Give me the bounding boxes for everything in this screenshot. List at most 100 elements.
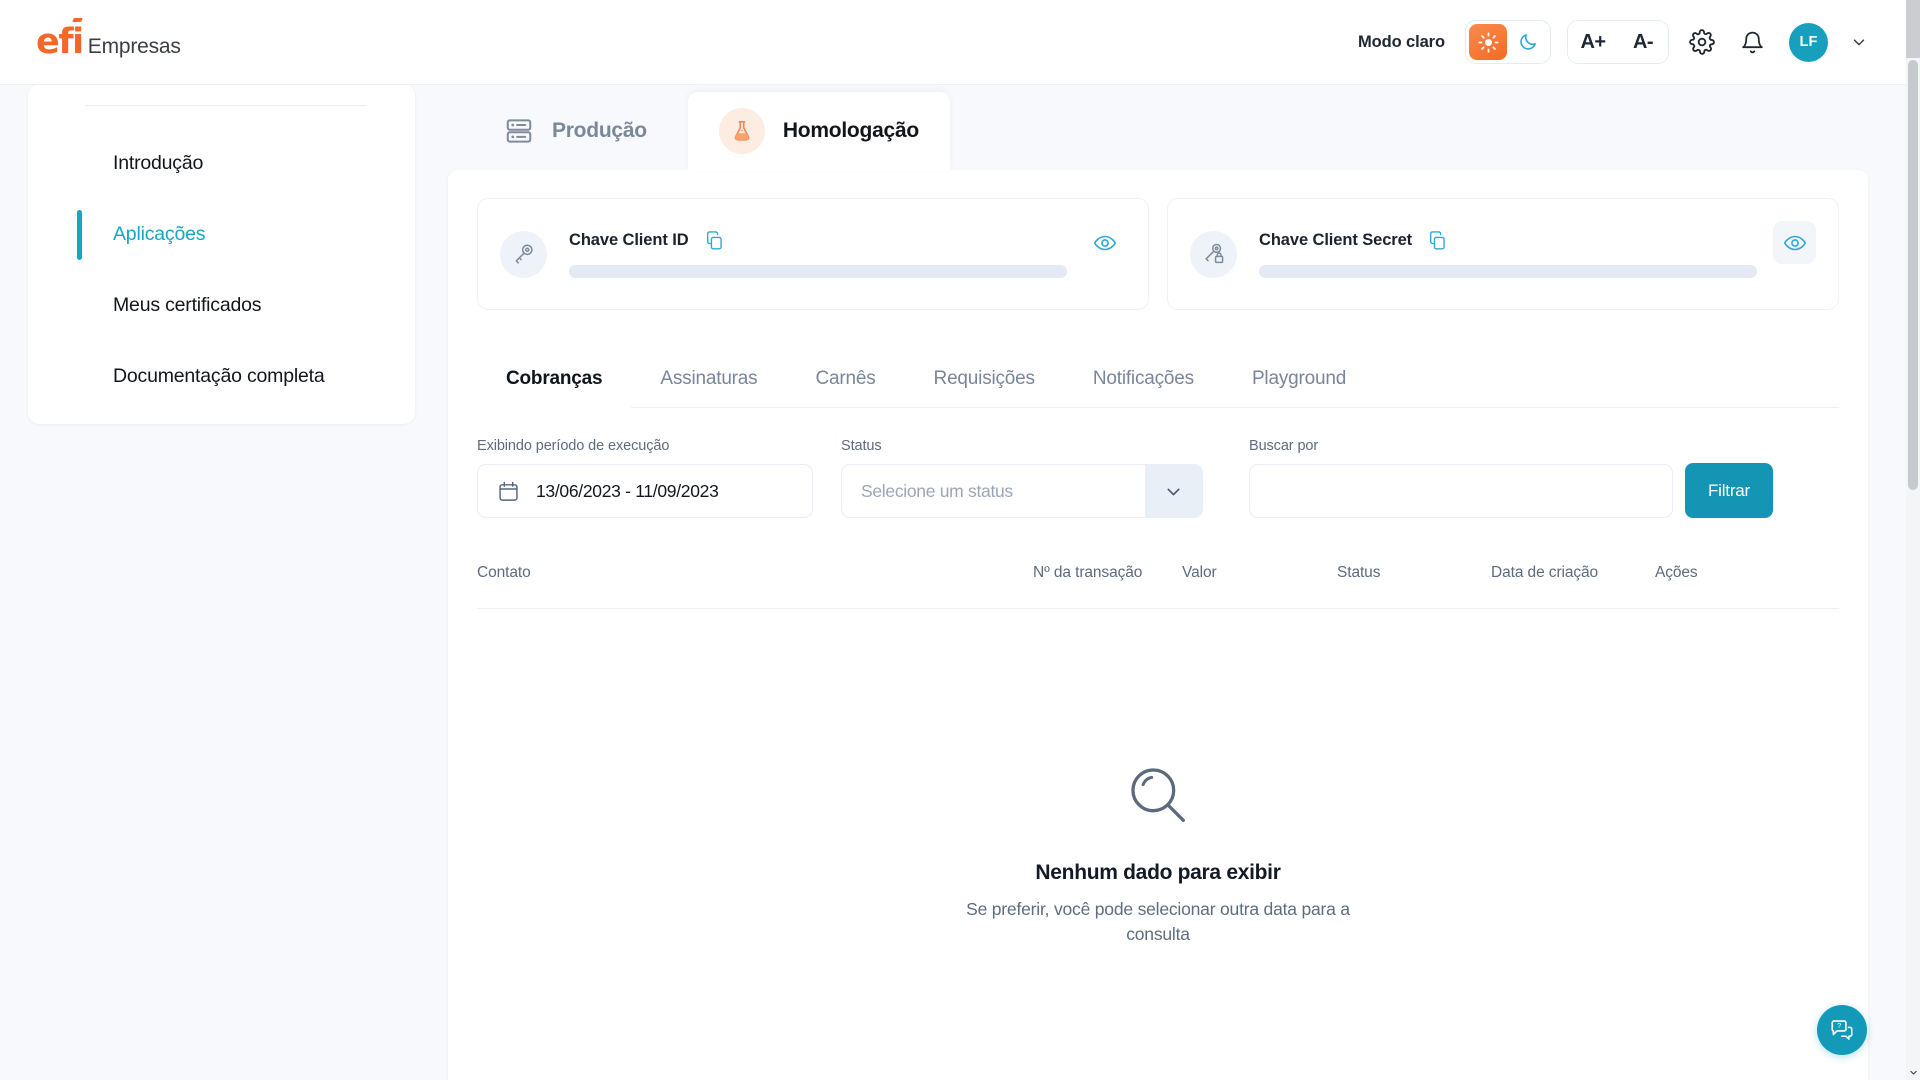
resource-tab-label: Playground — [1251, 368, 1347, 389]
text-size-group: A+ A- — [1567, 20, 1669, 64]
flask-icon-wrap — [718, 108, 765, 154]
credential-body: Chave Client ID — [569, 230, 1067, 278]
scrollbar-down-arrow[interactable] — [1906, 1064, 1920, 1080]
tab-cobrancas[interactable]: Cobranças — [477, 368, 632, 408]
sidebar-item-label: Introdução — [113, 152, 204, 174]
tab-notificacoes[interactable]: Notificações — [1064, 368, 1223, 407]
sidebar-item-documentacao-completa[interactable]: Documentação completa — [28, 341, 415, 412]
brand-logo[interactable]: efi Empresas — [36, 24, 181, 60]
sidebar: Introdução Aplicações Meus certificados … — [28, 84, 415, 424]
tab-homologacao[interactable]: Homologação — [687, 92, 950, 170]
tab-assinaturas[interactable]: Assinaturas — [631, 368, 786, 407]
credential-header: Chave Client Secret — [1259, 230, 1757, 251]
sidebar-item-label: Aplicações — [113, 223, 206, 245]
status-placeholder: Selecione um status — [861, 480, 1013, 501]
credential-masked-value — [1259, 265, 1757, 278]
status-select[interactable]: Selecione um status — [841, 464, 1203, 518]
sun-icon — [1477, 31, 1499, 53]
copy-icon[interactable] — [1427, 230, 1448, 251]
decrease-text-size-button[interactable]: A- — [1618, 21, 1668, 63]
server-icon — [506, 119, 532, 143]
chevron-down-icon — [1853, 39, 1865, 46]
status-caret-button[interactable] — [1145, 465, 1202, 517]
credential-body: Chave Client Secret — [1259, 230, 1757, 278]
bell-icon — [1741, 31, 1763, 53]
column-header-status: Status — [1337, 564, 1381, 581]
eye-icon — [1093, 235, 1116, 250]
empty-state-title: Nenhum dado para exibir — [1035, 861, 1281, 884]
increase-text-size-button[interactable]: A+ — [1568, 21, 1618, 63]
resource-tab-label: Requisições — [933, 368, 1036, 389]
brand-subtitle: Empresas — [87, 34, 181, 58]
column-header-acoes: Ações — [1655, 564, 1698, 581]
theme-toggle-group — [1465, 20, 1551, 64]
tab-playground[interactable]: Playground — [1223, 368, 1375, 407]
search-field-group: Buscar por — [1249, 438, 1673, 518]
copy-icon[interactable] — [704, 230, 725, 251]
account-menu-button[interactable] — [1846, 29, 1872, 55]
sidebar-item-label: Documentação completa — [113, 365, 325, 387]
gear-icon — [1689, 29, 1715, 55]
credentials-row: Chave Client ID Chave Client Secret — [448, 170, 1868, 310]
column-header-data-criacao: Data de criação — [1491, 564, 1599, 581]
status-field-group: Status Selecione um status — [841, 438, 1203, 518]
dark-mode-button[interactable] — [1509, 24, 1547, 60]
date-range-value: 13/06/2023 - 11/09/2023 — [536, 480, 719, 501]
column-header-contato: Contato — [477, 564, 531, 581]
env-tab-label: Homologação — [782, 119, 919, 142]
app-header: efi Empresas Modo claro A+ A- LF — [0, 0, 1906, 84]
sidebar-nav: Introdução Aplicações Meus certificados … — [28, 128, 415, 412]
empty-state-subtitle: Se preferir, você pode selecionar outra … — [966, 899, 1350, 945]
header-actions: Modo claro A+ A- LF — [1358, 20, 1872, 64]
environment-tabs: Produção Homologação — [448, 84, 1868, 170]
avatar[interactable]: LF — [1789, 22, 1828, 62]
header-divider — [0, 84, 1906, 85]
sidebar-divider — [85, 105, 366, 106]
app-root: efi Empresas Modo claro A+ A- LF Introdu… — [0, 0, 1920, 1080]
svg-text:?: ? — [1837, 1021, 1841, 1030]
sidebar-item-introducao[interactable]: Introdução — [28, 128, 415, 199]
search-label: Buscar por — [1249, 438, 1319, 454]
resource-tab-label: Notificações — [1092, 368, 1194, 389]
credential-card-client-id: Chave Client ID — [477, 198, 1149, 310]
sidebar-item-aplicacoes[interactable]: Aplicações — [28, 199, 415, 270]
chat-help-icon: ? — [1831, 1020, 1853, 1040]
settings-button[interactable] — [1685, 25, 1719, 59]
empty-state: Nenhum dado para exibir Se preferir, voc… — [448, 609, 1868, 948]
credential-header: Chave Client ID — [569, 230, 1067, 251]
credential-label: Chave Client ID — [569, 231, 689, 249]
key-lock-icon — [1204, 243, 1223, 264]
tab-requisicoes[interactable]: Requisições — [905, 368, 1064, 407]
resource-tab-label: Carnês — [815, 368, 876, 389]
scrollbar-thumb[interactable] — [1908, 60, 1918, 490]
key-icon-wrap — [500, 230, 547, 278]
calendar-icon — [499, 481, 518, 501]
key-lock-icon-wrap — [1190, 230, 1237, 278]
sidebar-item-label: Meus certificados — [113, 294, 262, 316]
reveal-client-secret-button[interactable] — [1773, 221, 1816, 264]
copy-icon-glyph — [1430, 231, 1445, 250]
chevron-down-icon — [1167, 488, 1180, 495]
flask-icon — [734, 120, 750, 141]
search-input[interactable] — [1249, 464, 1673, 518]
tab-carnes[interactable]: Carnês — [786, 368, 904, 407]
credential-label: Chave Client Secret — [1259, 231, 1413, 249]
chat-help-button[interactable]: ? — [1817, 1005, 1867, 1055]
key-icon — [515, 244, 533, 264]
notifications-button[interactable] — [1735, 25, 1769, 59]
reveal-client-id-button[interactable] — [1083, 221, 1126, 264]
copy-icon-glyph — [706, 231, 722, 250]
status-label: Status — [841, 438, 882, 454]
sidebar-item-meus-certificados[interactable]: Meus certificados — [28, 270, 415, 341]
scrollbar-top-block — [1906, 0, 1920, 58]
column-header-valor: Valor — [1182, 564, 1217, 581]
date-range-input[interactable]: 13/06/2023 - 11/09/2023 — [477, 464, 813, 518]
column-header-numero-transacao: Nº da transação — [1033, 564, 1143, 581]
filter-submit-button[interactable]: Filtrar — [1685, 463, 1773, 518]
tab-producao[interactable]: Produção — [473, 92, 678, 170]
eye-icon — [1783, 235, 1806, 250]
light-mode-button[interactable] — [1469, 24, 1507, 60]
page-scrollbar[interactable] — [1906, 0, 1920, 1080]
credential-masked-value — [569, 265, 1067, 278]
main-content: Produção Homologação Chave Client ID Cha… — [448, 84, 1868, 1080]
